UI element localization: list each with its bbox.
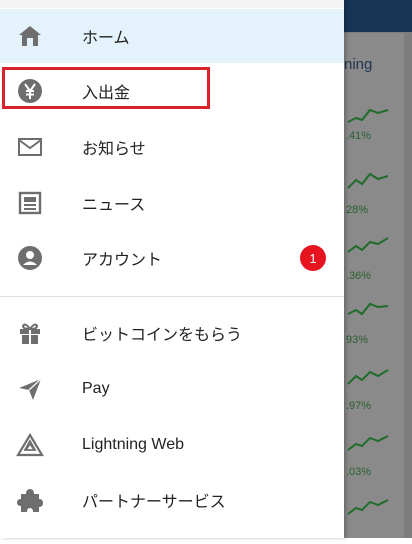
background-percent: .03% [346,466,372,478]
menu-divider [0,296,344,297]
news-icon [16,189,44,217]
gift-icon [16,319,44,347]
navigation-drawer: ホーム 入出金 お知らせ ニュース アカウント 1 ビットコインをもらう Pay… [0,0,344,538]
background-row: 28% [344,170,408,218]
menu-item-lightning-web[interactable]: Lightning Web [0,418,344,472]
menu-item-account[interactable]: アカウント 1 [0,231,344,285]
background-percent: 28% [346,204,369,216]
highlight-annotation-box [2,67,210,109]
menu-item-label: Pay [82,380,110,397]
background-row: .41% [344,104,408,152]
sparkline-icon [347,369,389,385]
mail-icon [16,133,44,161]
mountain-icon [16,431,44,459]
background-row: .97% [344,366,408,414]
menu-item-label: アカウント [82,250,163,269]
notification-badge: 1 [300,245,326,271]
background-row [344,496,408,544]
background-percent: .41% [346,130,372,142]
sparkline-icon [347,108,389,123]
background-percent: 93% [346,334,369,346]
menu-item-label: Lightning Web [82,436,184,453]
home-icon [16,22,44,50]
menu-item-label: ビットコインをもらう [82,325,243,344]
account-icon [16,244,44,272]
menu-item-label: お知らせ [82,139,146,158]
sparkline-icon [347,499,389,515]
menu-item-news[interactable]: ニュース [0,176,344,230]
background-row: 93% [344,298,408,346]
menu-item-home[interactable]: ホーム [0,9,344,63]
sparkline-icon [347,302,389,316]
background-percent: .36% [346,270,372,282]
menu-item-notices[interactable]: お知らせ [0,120,344,174]
background-row: .36% [344,234,408,282]
puzzle-icon [16,486,44,514]
sparkline-icon [347,435,389,451]
menu-item-label: ニュース [82,195,146,214]
sparkline-icon [347,172,389,189]
menu-item-label: パートナーサービス [82,492,226,511]
sparkline-icon [347,237,389,253]
drawer-top-strip [0,0,344,8]
menu-item-partner-services[interactable]: パートナーサービス [0,473,344,527]
menu-item-get-bitcoin[interactable]: ビットコインをもらう [0,306,344,360]
background-row: .03% [344,432,408,480]
background-percent: .97% [346,400,372,412]
menu-item-pay[interactable]: Pay [0,362,344,416]
menu-item-label: ホーム [82,28,130,47]
background-title-fragment: ning [344,56,373,73]
send-icon [16,375,44,403]
